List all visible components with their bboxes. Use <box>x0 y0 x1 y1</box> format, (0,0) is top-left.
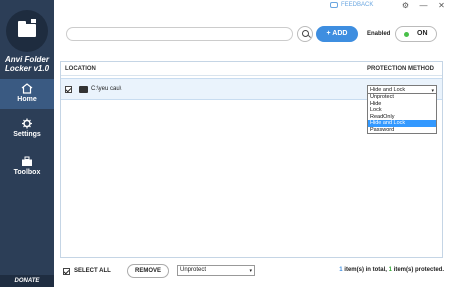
path-input[interactable] <box>66 27 293 41</box>
settings-icon[interactable]: ⚙ <box>401 1 410 10</box>
chat-icon <box>330 2 338 8</box>
enabled-toggle[interactable]: ON <box>395 26 437 42</box>
minimize-icon[interactable]: — <box>419 1 428 10</box>
sidebar-item-label: Settings <box>13 131 41 138</box>
sidebar-item-toolbox[interactable]: Toolbox <box>0 152 54 182</box>
sidebar-item-settings[interactable]: Settings <box>0 114 54 144</box>
lock-icon <box>30 18 37 24</box>
column-header-method: PROTECTION METHOD <box>367 66 434 72</box>
donate-button[interactable]: DONATE <box>0 275 54 287</box>
folder-table: LOCATION PROTECTION METHOD C:\yeu cau\ H… <box>60 61 443 258</box>
enabled-label: Enabled <box>367 31 391 37</box>
gear-icon <box>22 118 32 129</box>
sidebar-item-label: Toolbox <box>13 169 41 176</box>
add-button[interactable]: + ADD <box>316 26 358 42</box>
status-dot-icon <box>404 32 409 37</box>
chevron-down-icon: ▾ <box>249 268 252 274</box>
close-icon[interactable]: ✕ <box>437 1 446 10</box>
sidebar-item-label: Home <box>17 96 37 103</box>
app-title-line2: Locker v1.0 <box>4 64 50 73</box>
browse-search-button[interactable] <box>297 26 313 42</box>
status-summary: 1 item(s) in total, 1 item(s) protected. <box>339 267 444 273</box>
feedback-link[interactable]: FEEDBACK <box>330 2 373 8</box>
app-title-line1: Anvi Folder <box>4 55 49 64</box>
remove-button[interactable]: REMOVE <box>127 264 169 278</box>
protection-method-dropdown: Unprotect Hide Lock ReadOnly Hide and Lo… <box>367 93 437 134</box>
protected-text: item(s) protected. <box>391 267 444 273</box>
toolbox-icon <box>22 156 32 166</box>
total-text: item(s) in total, <box>342 267 389 273</box>
toggle-label: ON <box>417 30 428 37</box>
app-logo <box>6 10 48 52</box>
select-all-checkbox[interactable] <box>63 268 70 275</box>
home-icon <box>21 83 33 94</box>
bulk-method-select[interactable]: Unprotect ▾ <box>177 265 255 276</box>
select-value: Unprotect <box>180 267 207 273</box>
select-all-label: SELECT ALL <box>74 268 111 274</box>
column-header-location: LOCATION <box>65 66 96 72</box>
sidebar-item-home[interactable]: Home <box>0 79 54 109</box>
sidebar: Anvi Folder Locker v1.0 Home Settings To… <box>0 0 54 287</box>
window-controls: ⚙ — ✕ <box>401 1 446 10</box>
folder-icon <box>79 86 88 93</box>
feedback-label: FEEDBACK <box>341 2 374 8</box>
folder-icon <box>18 21 36 37</box>
footer-bar: SELECT ALL REMOVE Unprotect ▾ 1 item(s) … <box>54 261 450 287</box>
table-header: LOCATION PROTECTION METHOD <box>61 62 442 76</box>
row-checkbox[interactable] <box>65 86 72 93</box>
dropdown-option-password[interactable]: Password <box>368 127 436 134</box>
app-title: Anvi Folder Locker v1.0 <box>0 55 54 73</box>
row-path: C:\yeu cau\ <box>91 86 122 92</box>
